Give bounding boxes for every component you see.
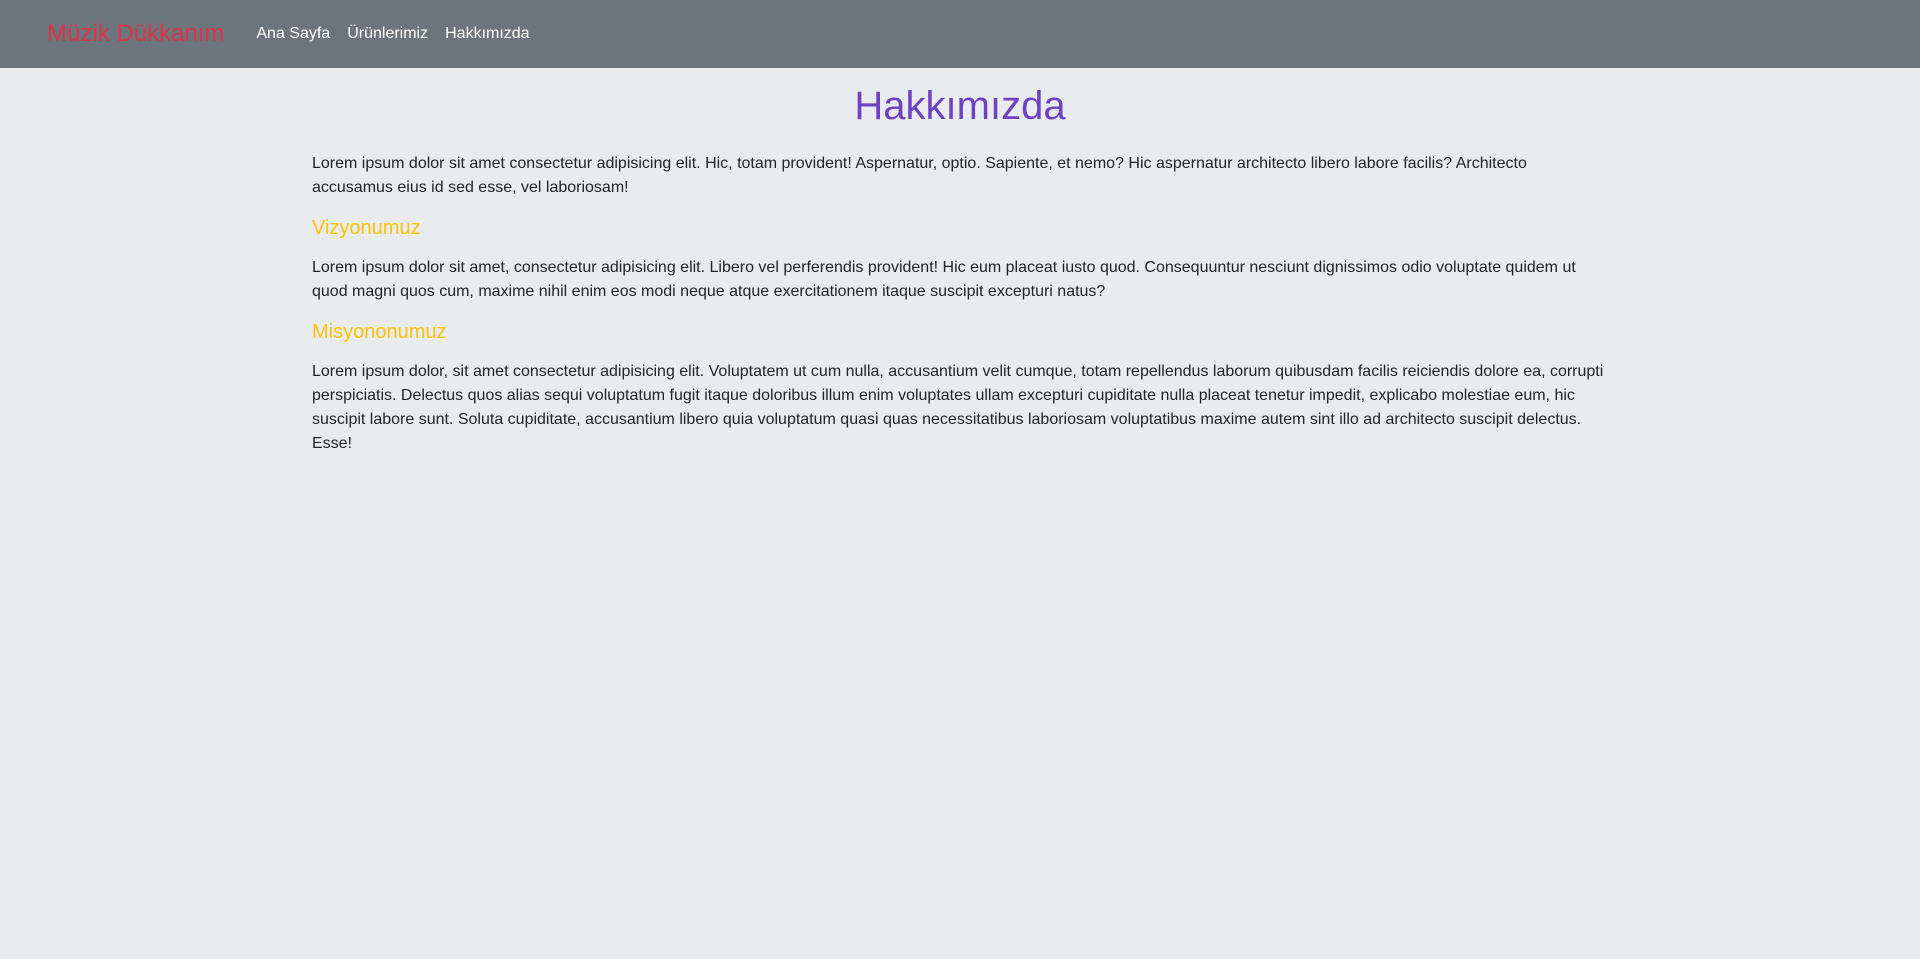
nav-link-home[interactable]: Ana Sayfa [256,26,330,42]
nav-link-products[interactable]: Ürünlerimiz [347,26,428,42]
nav-links: Ana Sayfa Ürünlerimiz Hakkımızda [256,26,529,42]
top-navbar: Müzik Dükkanım Ana Sayfa Ürünlerimiz Hak… [0,0,1920,68]
mission-heading: Misyononumuz [312,321,447,343]
vision-paragraph: Lorem ipsum dolor sit amet, consectetur … [312,259,1576,300]
intro-paragraph: Lorem ipsum dolor sit amet consectetur a… [312,155,1527,196]
nav-link-about[interactable]: Hakkımızda [445,26,529,42]
page-title: Hakkımızda [854,84,1066,128]
main-content: Hakkımızda Lorem ipsum dolor sit amet co… [312,68,1608,456]
brand-link[interactable]: Müzik Dükkanım [47,22,224,46]
vision-heading: Vizyonumuz [312,217,421,239]
mission-paragraph: Lorem ipsum dolor, sit amet consectetur … [312,363,1604,452]
